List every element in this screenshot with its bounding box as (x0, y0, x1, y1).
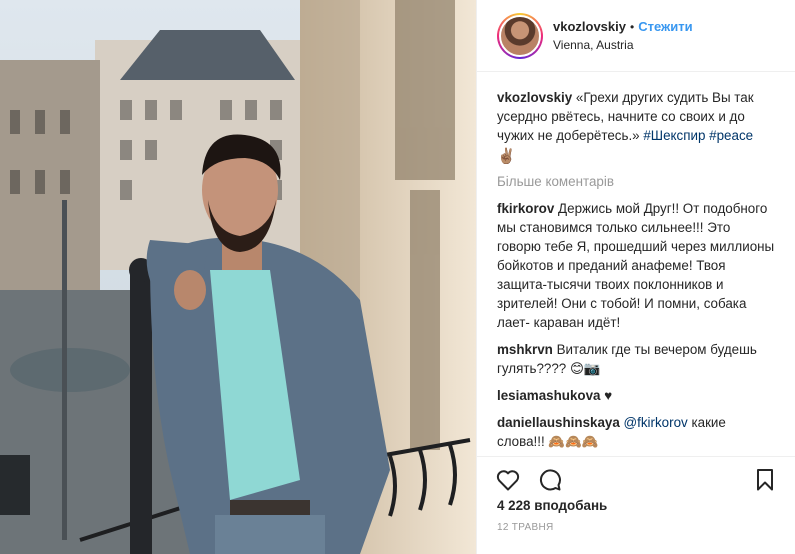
heart-icon (496, 469, 520, 490)
post-header: vkozlovskiy • Стежити Vienna, Austria (477, 0, 795, 72)
post-date: 12 травня (497, 522, 554, 533)
comment-icon (539, 468, 561, 490)
avatar[interactable] (497, 12, 543, 59)
post-photo[interactable] (0, 0, 476, 554)
likes-count[interactable]: 4 228 вподобань (497, 498, 607, 513)
header-text: vkozlovskiy • Стежити Vienna, Austria (553, 18, 693, 54)
hashtag-link[interactable]: #peace (709, 128, 753, 143)
avatar-image (499, 14, 541, 57)
post-location[interactable]: Vienna, Austria (553, 36, 693, 54)
comment-text: Держись мой Друг!! От подобного мы стано… (497, 201, 775, 330)
post-username[interactable]: vkozlovskiy (553, 18, 626, 36)
comment-text: ♥ (604, 388, 613, 403)
caption-username[interactable]: vkozlovskiy (497, 90, 572, 105)
comment-button[interactable] (535, 465, 565, 495)
separator-dot: • (630, 19, 635, 34)
comment-username[interactable]: daniellaushinskaya (497, 415, 620, 430)
peace-emoji: ✌🏽 (497, 148, 516, 165)
follow-button[interactable]: Стежити (638, 18, 692, 36)
list-item: lesiamashukova ♥ (497, 386, 775, 405)
save-button[interactable] (750, 465, 780, 495)
hashtag-link[interactable]: #Шекспир (643, 128, 705, 143)
list-item: mshkrvn Виталик где ты вечером будешь гу… (497, 340, 775, 378)
comments-list[interactable]: vkozlovskiy «Грехи других судить Вы так … (477, 72, 795, 452)
list-item: daniellaushinskaya @fkirkorov какие слов… (497, 413, 775, 451)
comment-username[interactable]: mshkrvn (497, 342, 553, 357)
comment-username[interactable]: lesiamashukova (497, 388, 600, 403)
photo-illustration (0, 0, 476, 554)
more-comments-button[interactable]: Більше коментарів (497, 174, 775, 189)
bookmark-icon (757, 468, 773, 490)
post-panel: vkozlovskiy • Стежити Vienna, Austria vk… (476, 0, 795, 554)
mention-link[interactable]: @fkirkorov (624, 415, 688, 430)
comment-username[interactable]: fkirkorov (497, 201, 554, 216)
caption: vkozlovskiy «Грехи других судить Вы так … (497, 88, 775, 166)
action-bar (477, 456, 795, 496)
header-line: vkozlovskiy • Стежити (553, 18, 693, 36)
like-button[interactable] (493, 465, 523, 495)
list-item: fkirkorov Держись мой Друг!! От подобног… (497, 199, 775, 332)
